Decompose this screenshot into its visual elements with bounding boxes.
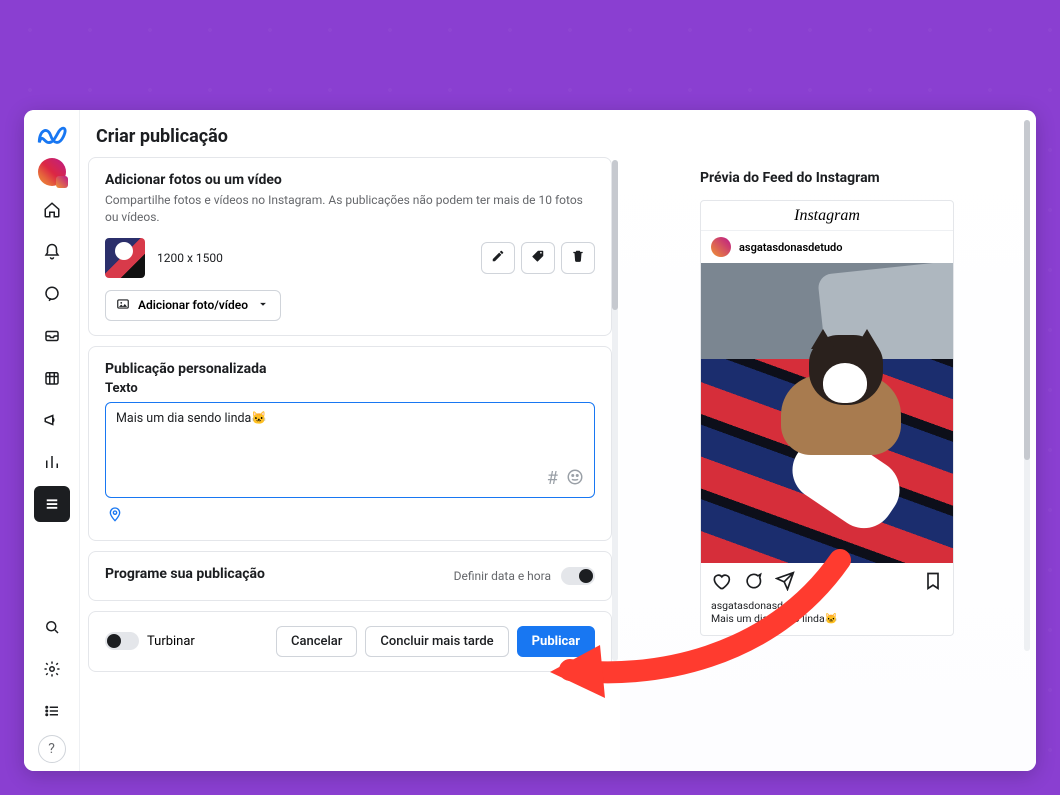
chat-icon[interactable]	[34, 276, 70, 312]
delete-media-button[interactable]	[561, 242, 595, 274]
preview-action-row	[701, 563, 953, 599]
composer-column: Criar publicação Adicionar fotos ou um v…	[80, 110, 620, 771]
sidebar: ?	[24, 110, 80, 771]
comment-icon[interactable]	[743, 571, 763, 595]
location-pin-icon[interactable]	[107, 507, 123, 526]
custom-post-card: Publicação personalizada Texto Mais um d…	[88, 346, 612, 541]
schedule-toggle[interactable]	[561, 567, 595, 585]
pencil-icon	[491, 249, 505, 267]
instagram-preview: Instagram asgatasdonasdetudo	[700, 200, 954, 636]
schedule-heading: Programe sua publicação	[105, 566, 265, 582]
gear-icon[interactable]	[34, 651, 70, 687]
preview-column: Prévia do Feed do Instagram Instagram as…	[620, 110, 1036, 771]
media-dimensions: 1200 x 1500	[157, 251, 223, 265]
bell-icon[interactable]	[34, 234, 70, 270]
right-scrollbar[interactable]	[1024, 120, 1030, 651]
calendar-grid-icon[interactable]	[34, 360, 70, 396]
preview-image	[701, 263, 953, 563]
trash-icon	[571, 249, 585, 267]
megaphone-icon[interactable]	[34, 402, 70, 438]
meta-logo-icon[interactable]	[35, 118, 69, 152]
media-subtext: Compartilhe fotos e vídeos no Instagram.…	[105, 192, 595, 226]
media-heading: Adicionar fotos ou um vídeo	[105, 172, 595, 188]
schedule-toggle-label: Definir data e hora	[454, 569, 551, 583]
share-icon[interactable]	[775, 571, 795, 595]
bookmark-icon[interactable]	[923, 571, 943, 595]
caption-input-wrap[interactable]: Mais um dia sendo linda🐱 #	[105, 402, 595, 498]
boost-toggle[interactable]	[105, 632, 139, 650]
add-media-label: Adicionar foto/vídeo	[138, 298, 248, 312]
list-icon[interactable]	[34, 693, 70, 729]
home-icon[interactable]	[34, 192, 70, 228]
image-icon	[116, 297, 130, 314]
page-title: Criar publicação	[88, 124, 612, 157]
boost-label: Turbinar	[147, 634, 195, 649]
preview-caption-user: asgatasdonasdetudo	[711, 599, 943, 612]
caption-input[interactable]: Mais um dia sendo linda🐱	[116, 411, 584, 468]
preview-username: asgatasdonasdetudo	[739, 241, 842, 254]
inbox-icon[interactable]	[34, 318, 70, 354]
app-window: ? Criar publicação Adicionar fotos ou um…	[24, 110, 1036, 771]
emoji-icon[interactable]	[566, 468, 584, 491]
media-thumbnail[interactable]	[105, 238, 145, 278]
tag-media-button[interactable]	[521, 242, 555, 274]
preview-caption-text: Mais um dia sendo linda🐱	[711, 612, 838, 625]
preview-heading: Prévia do Feed do Instagram	[700, 170, 1016, 186]
preview-caption: asgatasdonasdetudo Mais um dia sendo lin…	[701, 599, 953, 635]
hashtag-icon[interactable]: #	[547, 468, 558, 491]
right-scrollbar-thumb[interactable]	[1024, 120, 1030, 460]
account-avatar[interactable]	[38, 158, 66, 186]
custom-heading: Publicação personalizada	[105, 361, 595, 377]
tag-icon	[531, 249, 545, 267]
add-media-button[interactable]: Adicionar foto/vídeo	[105, 290, 281, 321]
preview-user-row: asgatasdonasdetudo	[701, 231, 953, 263]
publish-button[interactable]: Publicar	[517, 626, 595, 657]
footer-card: Turbinar Cancelar Concluir mais tarde Pu…	[88, 611, 612, 672]
heart-icon[interactable]	[711, 571, 731, 595]
media-card: Adicionar fotos ou um vídeo Compartilhe …	[88, 157, 612, 336]
left-scrollbar[interactable]	[612, 160, 618, 661]
schedule-card: Programe sua publicação Definir data e h…	[88, 551, 612, 601]
left-scrollbar-thumb[interactable]	[612, 160, 618, 310]
finish-later-button[interactable]: Concluir mais tarde	[365, 626, 508, 657]
preview-avatar	[711, 237, 731, 257]
help-icon[interactable]: ?	[38, 735, 66, 763]
insights-icon[interactable]	[34, 444, 70, 480]
hamburger-menu-icon[interactable]	[34, 486, 70, 522]
search-icon[interactable]	[34, 609, 70, 645]
chevron-down-icon	[256, 297, 270, 314]
edit-media-button[interactable]	[481, 242, 515, 274]
text-label: Texto	[105, 381, 595, 396]
cancel-button[interactable]: Cancelar	[276, 626, 357, 657]
instagram-logo: Instagram	[701, 201, 953, 231]
